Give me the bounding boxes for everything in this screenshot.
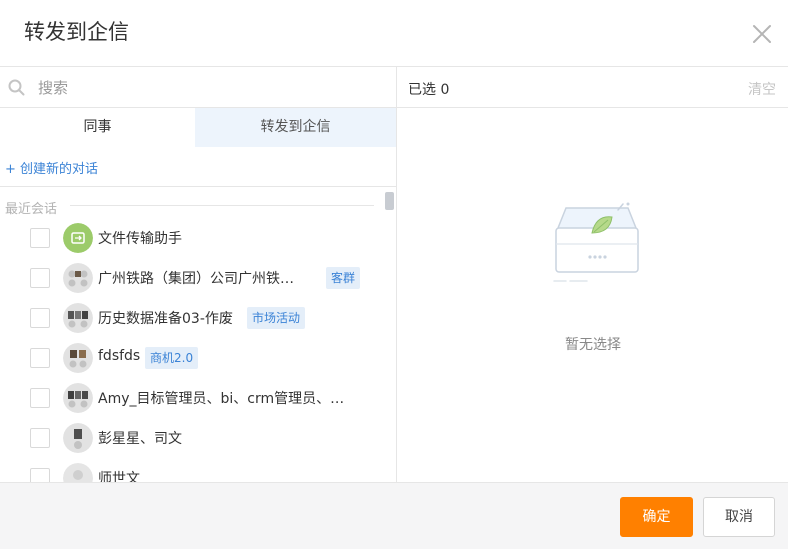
forward-dialog: 转发到企信 同事 转发到企信 + 创建新的对话 最近会话 [0,0,788,549]
conversation-name: fdsfds [98,348,141,364]
conversation-tag: 商机2.0 [145,347,199,369]
empty-state-text: 暂无选择 [565,337,621,353]
conversation-name: 师世文 [98,471,140,482]
conversation-name: 彭星星、司文 [98,431,182,447]
select-checkbox[interactable] [30,468,50,482]
selection-divider [397,107,788,108]
selected-count: 已选 0 [408,82,450,98]
dialog-title: 转发到企信 [24,20,129,44]
tab-colleagues[interactable]: 同事 [0,108,195,147]
selection-pane: 已选 0 清空 暂无选择 [396,67,788,482]
select-checkbox[interactable] [30,388,50,408]
group-avatar [63,383,93,413]
conversation-name: 历史数据准备03-作废 [98,311,233,327]
select-checkbox[interactable] [30,308,50,328]
conversation-name: 广州铁路（集团）公司广州铁… [98,271,294,287]
list-item[interactable]: fdsfds 商机2.0 [0,338,380,378]
group-avatar [63,423,93,453]
confirm-button[interactable]: 确定 [620,497,693,537]
conversation-name: 文件传输助手 [98,231,182,247]
list-item[interactable]: 历史数据准备03-作废 市场活动 [0,298,380,338]
contacts-pane: 同事 转发到企信 + 创建新的对话 最近会话 文件传输助手 广 [0,67,396,482]
select-checkbox[interactable] [30,268,50,288]
person-avatar [63,463,93,482]
clear-button[interactable]: 清空 [748,79,776,99]
create-divider [0,186,396,187]
empty-inbox-icon [552,200,642,292]
group-avatar [63,303,93,333]
folder-transfer-icon [63,223,93,253]
conversation-tag: 客群 [326,267,361,289]
conversation-tag: 市场活动 [247,307,306,329]
cancel-button[interactable]: 取消 [703,497,775,537]
create-conversation-link[interactable]: + 创建新的对话 [5,158,98,177]
select-checkbox[interactable] [30,428,50,448]
list-item[interactable]: 师世文 [0,458,380,482]
list-scrollbar[interactable] [385,192,394,210]
recent-section-line [70,205,374,206]
search-icon [8,79,25,96]
conversation-name: Amy_目标管理员、bi、crm管理员、… [98,391,345,407]
list-item[interactable]: 彭星星、司文 [0,418,380,458]
tab-bar: 同事 转发到企信 [0,108,396,147]
list-item[interactable]: 文件传输助手 [0,218,380,258]
group-avatar [63,343,93,373]
group-avatar [63,263,93,293]
close-icon[interactable] [752,24,772,44]
list-item[interactable]: 广州铁路（集团）公司广州铁… 客群 [0,258,380,298]
search-input[interactable] [36,75,380,101]
dialog-footer: 确定 取消 [0,482,788,549]
select-checkbox[interactable] [30,348,50,368]
list-item[interactable]: Amy_目标管理员、bi、crm管理员、… [0,378,380,418]
search-bar [0,67,396,107]
recent-section-label: 最近会话 [5,202,58,217]
tab-forward-to-qixin[interactable]: 转发到企信 [195,108,396,147]
select-checkbox[interactable] [30,228,50,248]
